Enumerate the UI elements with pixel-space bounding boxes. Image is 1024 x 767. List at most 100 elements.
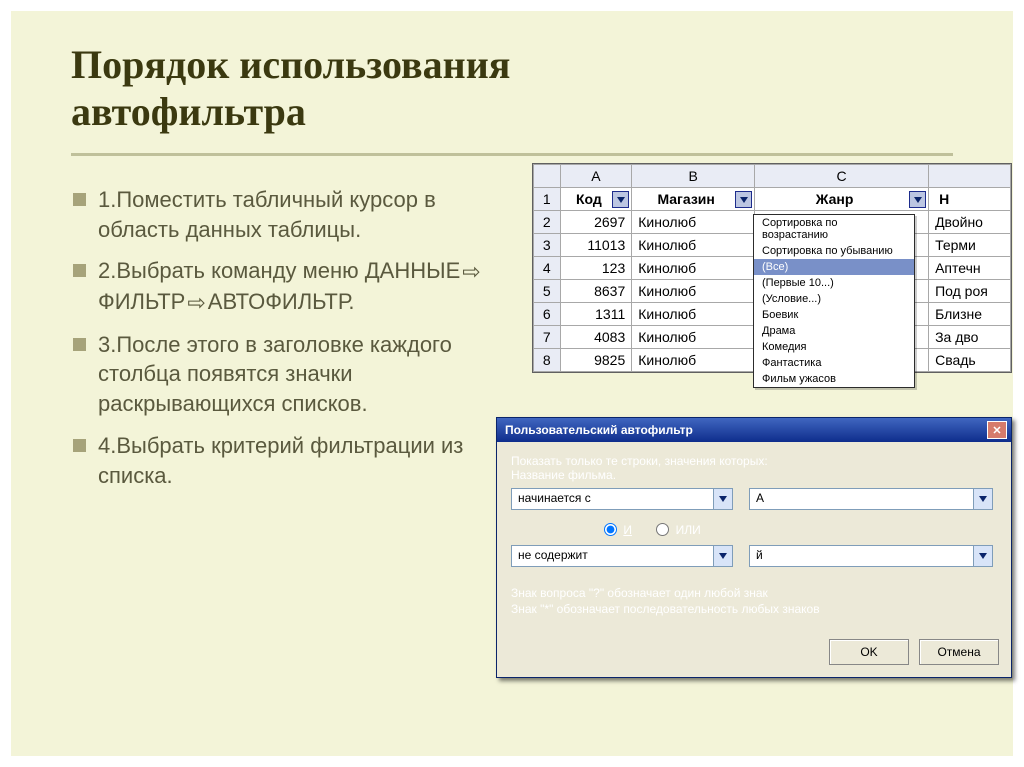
filter-option[interactable]: Сортировка по возрастанию xyxy=(754,215,914,243)
title-underline xyxy=(71,153,953,156)
row-header[interactable]: 1 xyxy=(534,188,561,211)
dropdown-icon[interactable] xyxy=(612,191,629,208)
row-header[interactable]: 7 xyxy=(534,326,561,349)
filter-header-shop[interactable]: Магазин xyxy=(632,188,755,211)
chevron-down-icon[interactable] xyxy=(973,546,992,566)
list-item: 3.После этого в заголовке каждого столбц… xyxy=(73,330,493,419)
slide: Порядок использования автофильтра 1.Поме… xyxy=(11,11,1013,756)
select-all-cell[interactable] xyxy=(534,165,561,188)
cell[interactable]: 9825 xyxy=(560,349,632,372)
cell[interactable]: 2697 xyxy=(560,211,632,234)
radio-or-input[interactable] xyxy=(656,523,669,536)
combo-value: не содержит xyxy=(518,548,588,562)
cell[interactable]: Кинолюб xyxy=(632,326,755,349)
filter-header-code[interactable]: Код xyxy=(560,188,632,211)
filter-option[interactable]: Фантастика xyxy=(754,355,914,371)
row-header[interactable]: 4 xyxy=(534,257,561,280)
cell[interactable]: Кинолюб xyxy=(632,280,755,303)
radio-label: И xyxy=(623,523,632,537)
cell[interactable]: 11013 xyxy=(560,234,632,257)
filter-option[interactable]: Драма xyxy=(754,323,914,339)
filter-option[interactable]: (Условие...) xyxy=(754,291,914,307)
chevron-down-icon[interactable] xyxy=(973,489,992,509)
cell[interactable]: 123 xyxy=(560,257,632,280)
bullet-icon xyxy=(73,264,86,277)
cell[interactable]: Кинолюб xyxy=(632,257,755,280)
bullet-text: 3.После этого в заголовке каждого столбц… xyxy=(98,330,493,419)
value-combo-2[interactable]: й xyxy=(749,545,993,567)
cell[interactable]: Близне xyxy=(929,303,1011,326)
logic-radios: И ИЛИ xyxy=(599,520,997,537)
filter-option-selected[interactable]: (Все) xyxy=(754,259,914,275)
filter-option[interactable]: Фильм ужасов xyxy=(754,371,914,387)
cell[interactable]: 1311 xyxy=(560,303,632,326)
radio-and-input[interactable] xyxy=(604,523,617,536)
column-header[interactable] xyxy=(929,165,1011,188)
row-header[interactable]: 8 xyxy=(534,349,561,372)
filter-header-name[interactable]: Н xyxy=(929,188,1011,211)
chevron-down-icon[interactable] xyxy=(713,489,732,509)
bullet-text: 4.Выбрать критерий фильтрации из списка. xyxy=(98,431,493,490)
cell[interactable]: Кинолюб xyxy=(632,349,755,372)
header-label: Н xyxy=(939,191,949,207)
column-header[interactable]: B xyxy=(632,165,755,188)
list-item: 2.Выбрать команду меню ДАННЫЕ⇨ФИЛЬТР⇨АВТ… xyxy=(73,256,493,317)
dropdown-icon[interactable] xyxy=(909,191,926,208)
cell[interactable]: 4083 xyxy=(560,326,632,349)
header-label: Жанр xyxy=(816,191,854,207)
dropdown-icon[interactable] xyxy=(735,191,752,208)
cell[interactable]: Двойно xyxy=(929,211,1011,234)
cell[interactable]: Кинолюб xyxy=(632,303,755,326)
filter-option[interactable]: Боевик xyxy=(754,307,914,323)
radio-label: ИЛИ xyxy=(676,523,701,537)
filter-option[interactable]: Сортировка по убыванию xyxy=(754,243,914,259)
cancel-button[interactable]: Отмена xyxy=(919,639,999,665)
header-label: Код xyxy=(576,191,602,207)
filter-option[interactable]: Комедия xyxy=(754,339,914,355)
cell[interactable]: Под роя xyxy=(929,280,1011,303)
bullet-text: 2.Выбрать команду меню ДАННЫЕ⇨ФИЛЬТР⇨АВТ… xyxy=(98,256,493,317)
chevron-down-icon[interactable] xyxy=(713,546,732,566)
operator-combo-1[interactable]: начинается с xyxy=(511,488,733,510)
dialog-title-text: Пользовательский автофильтр xyxy=(505,423,693,437)
cell[interactable]: 8637 xyxy=(560,280,632,303)
ok-button[interactable]: OK xyxy=(829,639,909,665)
cell[interactable]: Свадь xyxy=(929,349,1011,372)
filter-header-genre[interactable]: Жанр xyxy=(755,188,929,211)
cell[interactable]: Аптечн xyxy=(929,257,1011,280)
combo-value: А xyxy=(756,491,764,505)
row-header[interactable]: 3 xyxy=(534,234,561,257)
column-header[interactable]: A xyxy=(560,165,632,188)
radio-or[interactable]: ИЛИ xyxy=(651,523,700,537)
arrow-icon: ⇨ xyxy=(187,288,205,318)
arrow-icon: ⇨ xyxy=(462,257,480,287)
radio-and[interactable]: И xyxy=(599,523,635,537)
dialog-hint: Знак вопроса "?" обозначает один любой з… xyxy=(511,585,997,601)
operator-combo-2[interactable]: не содержит xyxy=(511,545,733,567)
title-line-1: Порядок использования xyxy=(71,42,510,87)
cell[interactable]: Кинолюб xyxy=(632,211,755,234)
autofilter-dropdown: Сортировка по возрастанию Сортировка по … xyxy=(753,214,915,388)
header-label: Магазин xyxy=(657,191,714,207)
bullet-list: 1.Поместить табличный курсор в область д… xyxy=(73,185,493,502)
dialog-titlebar[interactable]: Пользовательский автофильтр ✕ xyxy=(497,418,1011,442)
slide-title: Порядок использования автофильтра xyxy=(11,11,1013,135)
title-line-2: автофильтра xyxy=(71,89,306,134)
column-header[interactable]: C xyxy=(755,165,929,188)
custom-autofilter-dialog: Пользовательский автофильтр ✕ Показать т… xyxy=(496,417,1012,678)
dialog-instruction: Показать только те строки, значения кото… xyxy=(511,454,997,468)
combo-value: й xyxy=(756,548,763,562)
combo-value: начинается с xyxy=(518,491,591,505)
cell[interactable]: Кинолюб xyxy=(632,234,755,257)
bullet-icon xyxy=(73,338,86,351)
row-header[interactable]: 5 xyxy=(534,280,561,303)
cell[interactable]: За дво xyxy=(929,326,1011,349)
row-header[interactable]: 2 xyxy=(534,211,561,234)
row-header[interactable]: 6 xyxy=(534,303,561,326)
list-item: 1.Поместить табличный курсор в область д… xyxy=(73,185,493,244)
close-icon[interactable]: ✕ xyxy=(987,421,1007,439)
value-combo-1[interactable]: А xyxy=(749,488,993,510)
cell[interactable]: Терми xyxy=(929,234,1011,257)
dialog-hint: Знак "*" обозначает последовательность л… xyxy=(511,601,997,617)
filter-option[interactable]: (Первые 10...) xyxy=(754,275,914,291)
